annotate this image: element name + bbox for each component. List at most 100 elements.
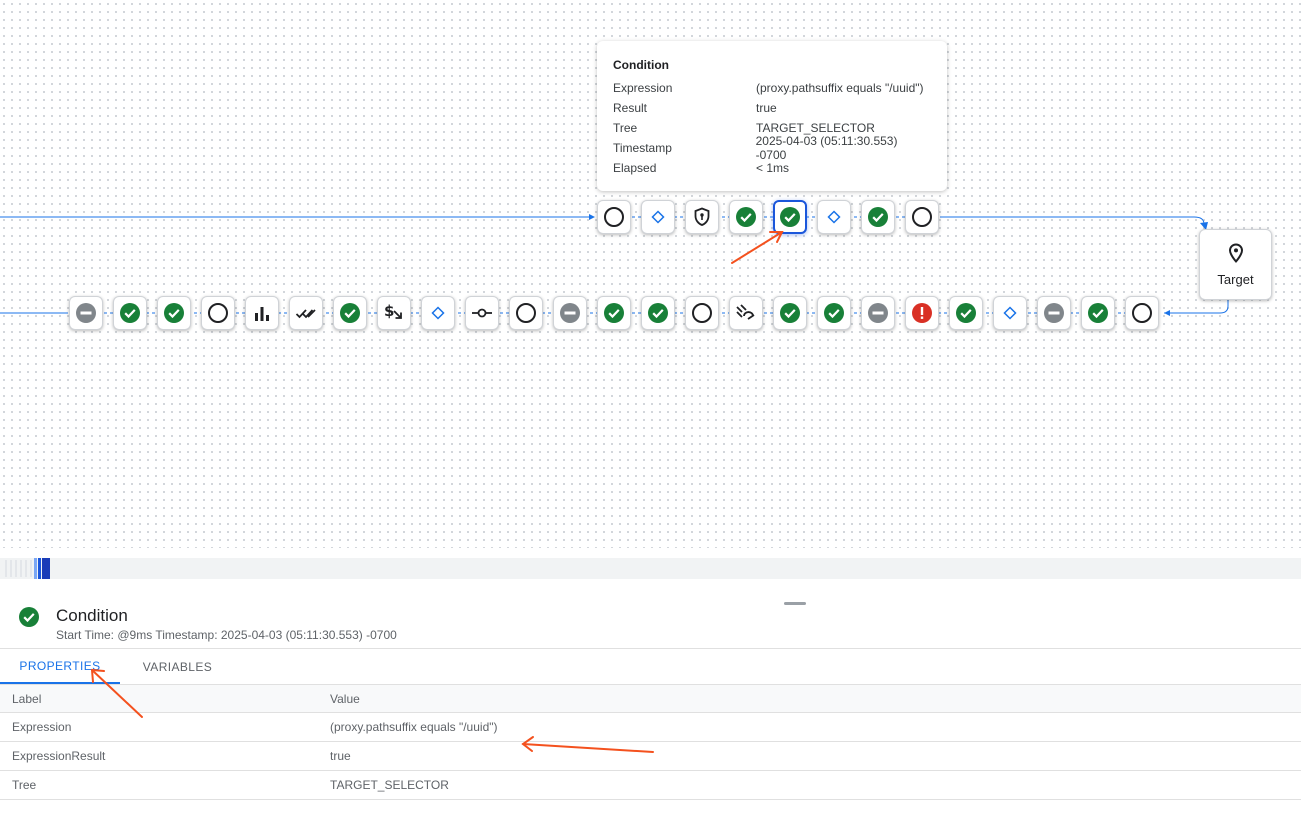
tooltip-row: Expression (proxy.pathsuffix equals "/uui…: [613, 78, 931, 98]
column-header-value: Value: [330, 692, 360, 706]
flow-step-minus[interactable]: [861, 296, 895, 330]
flow-step-diamond[interactable]: [817, 200, 851, 234]
flow-step-check[interactable]: [729, 200, 763, 234]
tooltip-value: < 1ms: [756, 161, 790, 175]
flow-step-double-check[interactable]: [289, 296, 323, 330]
check-circle-icon: [867, 206, 889, 228]
skipped-minus-icon: [1043, 302, 1065, 324]
tooltip-value: true: [756, 101, 777, 115]
detail-status: [18, 606, 40, 633]
check-circle-icon: [647, 302, 669, 324]
flow-step-check[interactable]: [773, 200, 807, 234]
flow-step-circle[interactable]: [509, 296, 543, 330]
table-row: Tree TARGET_SELECTOR: [0, 771, 1301, 800]
resize-handle[interactable]: [784, 602, 806, 605]
tab-properties[interactable]: PROPERTIES: [0, 649, 120, 684]
detail-title: Condition: [56, 606, 128, 625]
target-node[interactable]: Target: [1199, 229, 1272, 300]
tooltip-value: TARGET_SELECTOR: [756, 121, 875, 135]
condition-diamond-icon: [1002, 305, 1018, 321]
flow-step-minus[interactable]: [69, 296, 103, 330]
check-circle-icon: [339, 302, 361, 324]
flow-step-diamond[interactable]: [641, 200, 675, 234]
target-label: Target: [1217, 271, 1254, 287]
properties-table: Label Value Expression (proxy.pathsuffix…: [0, 685, 1301, 800]
table-header: Label Value: [0, 685, 1301, 713]
bar-chart-icon: [253, 304, 271, 322]
flow-step-check[interactable]: [157, 296, 191, 330]
check-circle-icon: [603, 302, 625, 324]
check-circle-icon: [119, 302, 141, 324]
flow-step-commit[interactable]: [465, 296, 499, 330]
circle-icon: [1131, 302, 1153, 324]
flow-step-circle[interactable]: [201, 296, 235, 330]
table-row: Expression (proxy.pathsuffix equals "/uu…: [0, 713, 1301, 742]
flow-step-spike-arrest[interactable]: [729, 296, 763, 330]
row-value: TARGET_SELECTOR: [330, 778, 449, 792]
tab-variables[interactable]: VARIABLES: [120, 649, 235, 684]
detail-subtitle: Start Time: @9ms Timestamp: 2025-04-03 (…: [56, 628, 397, 642]
error-icon: [911, 302, 933, 324]
flow-step-check[interactable]: [817, 296, 851, 330]
spike-arrest-icon: [735, 303, 757, 323]
tooltip-row: Result true: [613, 98, 931, 118]
flow-step-shield[interactable]: [685, 200, 719, 234]
row-label: ExpressionResult: [12, 749, 106, 763]
flow-step-diamond[interactable]: [993, 296, 1027, 330]
tooltip-row: Timestamp 2025-04-03 (05:11:30.553) -0700: [613, 134, 931, 162]
tooltip-label: Elapsed: [613, 161, 657, 175]
circle-icon: [911, 206, 933, 228]
flow-step-check[interactable]: [773, 296, 807, 330]
skipped-minus-icon: [75, 302, 97, 324]
condition-tooltip: Condition Expression (proxy.pathsuffix eq…: [597, 41, 947, 191]
check-circle-icon: [955, 302, 977, 324]
condition-diamond-icon: [650, 209, 666, 225]
shield-icon: [693, 207, 711, 227]
flow-step-check[interactable]: [113, 296, 147, 330]
condition-diamond-icon: [826, 209, 842, 225]
tooltip-value: 2025-04-03 (05:11:30.553) -0700: [755, 134, 898, 162]
flow-step-check[interactable]: [333, 296, 367, 330]
flow-step-check[interactable]: [861, 200, 895, 234]
flow-step-circle[interactable]: [1125, 296, 1159, 330]
check-circle-icon: [1087, 302, 1109, 324]
location-pin-icon: [1228, 242, 1244, 266]
flow-step-circle[interactable]: [685, 296, 719, 330]
tooltip-label: Expression: [613, 81, 673, 95]
flow-step-circle[interactable]: [597, 200, 631, 234]
trace-canvas: Condition Expression (proxy.pathsuffix eq…: [0, 0, 1301, 548]
check-circle-icon: [163, 302, 185, 324]
commit-icon: [471, 307, 493, 319]
flow-step-diamond[interactable]: [421, 296, 455, 330]
double-check-icon: [295, 305, 317, 321]
skipped-minus-icon: [867, 302, 889, 324]
timeline-ticks: [5, 558, 50, 579]
flow-step-bars[interactable]: [245, 296, 279, 330]
check-circle-icon: [779, 206, 801, 228]
row-label: Expression: [12, 720, 72, 734]
circle-icon: [207, 302, 229, 324]
timeline-scrubber[interactable]: [0, 558, 1301, 579]
flow-step-circle[interactable]: [905, 200, 939, 234]
check-circle-icon: [18, 606, 40, 633]
column-header-label: Label: [12, 692, 42, 706]
tooltip-label: Tree: [613, 121, 638, 135]
tooltip-label: Result: [613, 101, 648, 115]
flow-step-dollar-arrow[interactable]: $: [377, 296, 411, 330]
flow-step-check[interactable]: [641, 296, 675, 330]
flow-step-minus[interactable]: [553, 296, 587, 330]
flow-step-check[interactable]: [1081, 296, 1115, 330]
table-row: ExpressionResult true: [0, 742, 1301, 771]
flow-step-check[interactable]: [949, 296, 983, 330]
flow-step-check[interactable]: [597, 296, 631, 330]
row-value: (proxy.pathsuffix equals "/uuid"): [330, 720, 498, 734]
flow-step-error[interactable]: [905, 296, 939, 330]
row-value: true: [330, 749, 351, 763]
check-circle-icon: [779, 302, 801, 324]
tooltip-title: Condition: [613, 58, 669, 72]
circle-icon: [515, 302, 537, 324]
circle-icon: [603, 206, 625, 228]
row-label: Tree: [12, 778, 37, 792]
circle-icon: [691, 302, 713, 324]
flow-step-minus[interactable]: [1037, 296, 1071, 330]
